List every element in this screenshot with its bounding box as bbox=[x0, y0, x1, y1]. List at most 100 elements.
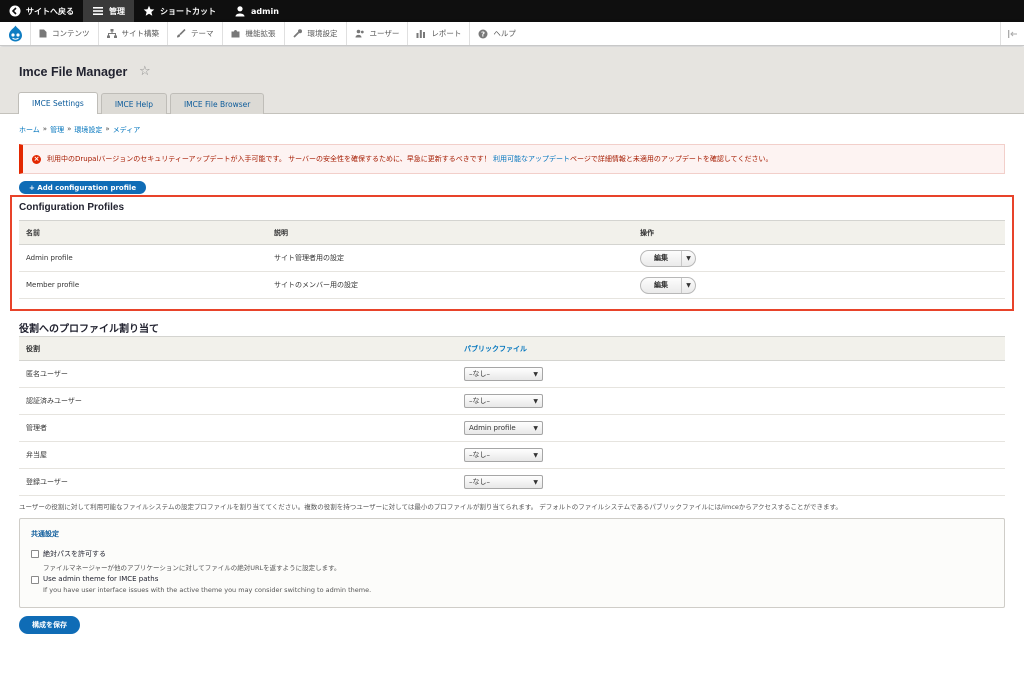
select-arrow-icon: ▼ bbox=[533, 451, 538, 459]
user-label: admin bbox=[251, 6, 279, 16]
profile-description: サイト管理者用の設定 bbox=[267, 244, 633, 272]
tray-item-extend[interactable]: 機能拡張 bbox=[221, 22, 284, 45]
edit-button[interactable]: 編集 bbox=[641, 277, 682, 293]
profile-name: Admin profile bbox=[19, 244, 267, 272]
select-arrow-icon: ▼ bbox=[533, 424, 538, 432]
option-text: Use admin theme for IMCE paths If you ha… bbox=[43, 575, 371, 594]
tray-item-label: 機能拡張 bbox=[245, 29, 276, 38]
svg-text:?: ? bbox=[481, 30, 485, 38]
admin-toolbar: サイトへ戻る 管理 ショートカット admin bbox=[0, 0, 1024, 22]
option-text: 絶対パスを許可する ファイルマネージャーが他のアプリケーションに対してファイルの… bbox=[43, 549, 340, 572]
security-alert: × 利用中のDrupalバージョンのセキュリティーアップデートが入手可能です。 … bbox=[19, 144, 1005, 174]
breadcrumb-separator: » bbox=[42, 125, 48, 133]
available-updates-link[interactable]: 利用可能なアップデート bbox=[493, 155, 570, 163]
shortcuts-label: ショートカット bbox=[160, 6, 216, 16]
drupal-logo-icon[interactable] bbox=[0, 22, 30, 45]
profile-select[interactable]: –なし– ▼ bbox=[464, 475, 543, 489]
paintbrush-icon bbox=[177, 29, 186, 38]
column-public-files[interactable]: パブリックファイル bbox=[457, 336, 1005, 361]
admin-theme-checkbox[interactable] bbox=[31, 576, 39, 584]
admin-tray: コンテンツ サイト構築 テーマ 機能拡張 環境設定 ユーザー レポート ? ヘル… bbox=[0, 22, 1024, 46]
tab-imce-help[interactable]: IMCE Help bbox=[100, 93, 167, 114]
configuration-profiles-heading: Configuration Profiles bbox=[19, 202, 124, 213]
alert-message: 利用中のDrupalバージョンのセキュリティーアップデートが入手可能です。 サー… bbox=[47, 154, 772, 164]
breadcrumb-media[interactable]: メディア bbox=[113, 125, 141, 135]
back-to-site-link[interactable]: サイトへ戻る bbox=[0, 0, 83, 22]
tray-item-content[interactable]: コンテンツ bbox=[30, 22, 98, 45]
absolute-path-option: 絶対パスを許可する ファイルマネージャーが他のアプリケーションに対してファイルの… bbox=[31, 549, 340, 572]
save-configuration-button[interactable]: 構成を保存 bbox=[19, 616, 80, 634]
profile-select[interactable]: –なし– ▼ bbox=[464, 367, 543, 381]
role-name: 弁当屋 bbox=[19, 441, 457, 469]
role-profile-cell: –なし– ▼ bbox=[457, 468, 1005, 496]
tray-orientation-toggle[interactable] bbox=[1000, 22, 1024, 45]
column-description: 説明 bbox=[267, 220, 633, 245]
profile-select[interactable]: Admin profile ▼ bbox=[464, 421, 543, 435]
role-profile-cell: Admin profile ▼ bbox=[457, 414, 1005, 442]
primary-tabs: IMCE Settings IMCE Help IMCE File Browse… bbox=[18, 92, 265, 114]
tray-item-appearance[interactable]: テーマ bbox=[167, 22, 222, 45]
tab-imce-settings[interactable]: IMCE Settings bbox=[18, 92, 98, 114]
tray-item-reports[interactable]: レポート bbox=[407, 22, 469, 45]
table-row: 登録ユーザー –なし– ▼ bbox=[19, 468, 1005, 496]
absolute-path-description: ファイルマネージャーが他のアプリケーションに対してファイルの絶対URLを返すよう… bbox=[43, 564, 341, 572]
add-shortcut-star-icon[interactable]: ☆ bbox=[139, 64, 151, 79]
absolute-path-label[interactable]: 絶対パスを許可する bbox=[43, 549, 340, 559]
profile-name: Member profile bbox=[19, 271, 267, 299]
admin-theme-description: If you have user interface issues with t… bbox=[43, 586, 372, 594]
dropdown-arrow-icon[interactable]: ▼ bbox=[682, 282, 695, 289]
role-profile-cell: –なし– ▼ bbox=[457, 387, 1005, 415]
select-value: –なし– bbox=[469, 397, 490, 405]
add-configuration-profile-button[interactable]: + Add configuration profile bbox=[19, 181, 147, 194]
select-value: –なし– bbox=[469, 451, 490, 459]
absolute-path-checkbox[interactable] bbox=[31, 550, 39, 558]
table-row: 認証済みユーザー –なし– ▼ bbox=[19, 387, 1005, 415]
edit-dropbutton: 編集 ▼ bbox=[640, 249, 696, 267]
collapse-icon bbox=[1007, 29, 1017, 38]
common-settings-legend: 共通設定 bbox=[31, 530, 59, 538]
user-icon bbox=[235, 6, 245, 17]
table-row: 弁当屋 –なし– ▼ bbox=[19, 441, 1005, 469]
admin-theme-label[interactable]: Use admin theme for IMCE paths bbox=[43, 575, 371, 583]
dropdown-arrow-icon[interactable]: ▼ bbox=[682, 255, 695, 262]
profile-select[interactable]: –なし– ▼ bbox=[464, 448, 543, 462]
back-to-site-label: サイトへ戻る bbox=[26, 6, 74, 16]
edit-dropbutton: 編集 ▼ bbox=[640, 276, 696, 294]
role-name: 管理者 bbox=[19, 414, 457, 442]
breadcrumb-home[interactable]: ホーム bbox=[19, 125, 40, 135]
edit-button[interactable]: 編集 bbox=[641, 250, 682, 266]
profiles-table: 名前 説明 操作 Admin profile サイト管理者用の設定 編集 ▼ M… bbox=[19, 220, 1005, 299]
tray-item-config[interactable]: 環境設定 bbox=[283, 22, 346, 45]
breadcrumb-separator: » bbox=[67, 125, 72, 133]
tray-item-label: レポート bbox=[431, 29, 462, 38]
tray-item-label: ヘルプ bbox=[493, 29, 516, 38]
table-row: 匿名ユーザー –なし– ▼ bbox=[19, 360, 1005, 388]
tray-item-label: ユーザー bbox=[369, 29, 400, 38]
profile-select[interactable]: –なし– ▼ bbox=[464, 394, 543, 408]
common-settings-fieldset: 共通設定 絶対パスを許可する ファイルマネージャーが他のアプリケーションに対して… bbox=[19, 518, 1005, 608]
tray-item-people[interactable]: ユーザー bbox=[345, 22, 408, 45]
admin-theme-option: Use admin theme for IMCE paths If you ha… bbox=[31, 575, 371, 594]
user-menu[interactable]: admin bbox=[225, 0, 288, 22]
tray-item-help[interactable]: ? ヘルプ bbox=[469, 22, 524, 45]
roles-description: ユーザーの役割に対して利用可能なファイルシステムの設定プロファイルを割り当ててく… bbox=[19, 503, 842, 511]
breadcrumb-admin[interactable]: 管理 bbox=[50, 125, 64, 135]
puzzle-icon bbox=[231, 30, 239, 38]
shortcuts-menu[interactable]: ショートカット bbox=[134, 0, 225, 22]
table-row: Member profile サイトのメンバー用の設定 編集 ▼ bbox=[19, 271, 1005, 299]
profile-description: サイトのメンバー用の設定 bbox=[267, 271, 633, 299]
column-operations: 操作 bbox=[633, 220, 1005, 245]
role-name: 認証済みユーザー bbox=[19, 387, 457, 415]
tray-item-structure[interactable]: サイト構築 bbox=[97, 22, 168, 45]
table-row: Admin profile サイト管理者用の設定 編集 ▼ bbox=[19, 244, 1005, 272]
manage-label: 管理 bbox=[109, 6, 125, 16]
alert-text-after: ページで詳細情報と未適用のアップデートを確認してください。 bbox=[570, 155, 773, 163]
tab-imce-file-browser[interactable]: IMCE File Browser bbox=[169, 93, 265, 114]
profile-operations: 編集 ▼ bbox=[633, 271, 1005, 299]
breadcrumb-config[interactable]: 環境設定 bbox=[74, 125, 102, 135]
page-header: Imce File Manager ☆ IMCE Settings IMCE H… bbox=[0, 47, 1024, 114]
star-icon bbox=[143, 5, 155, 16]
manage-menu[interactable]: 管理 bbox=[83, 0, 134, 22]
help-icon: ? bbox=[478, 29, 488, 38]
profile-operations: 編集 ▼ bbox=[633, 244, 1005, 272]
